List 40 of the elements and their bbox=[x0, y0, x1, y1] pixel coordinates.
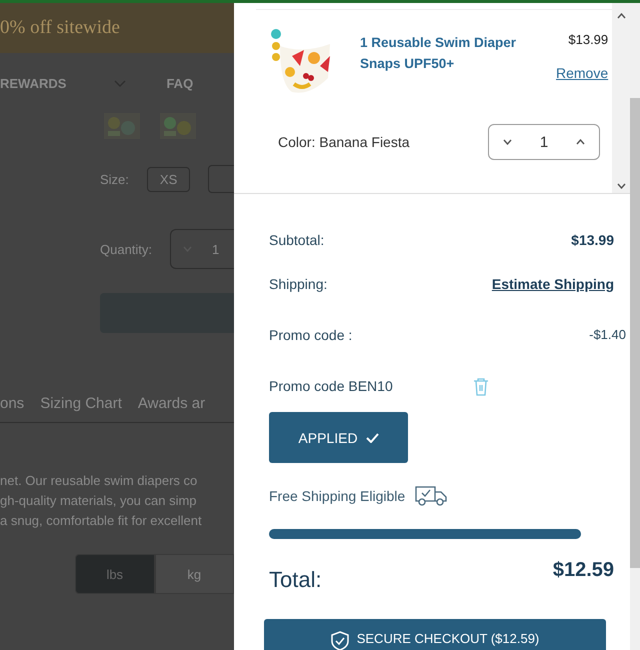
color-label: Color: Banana Fiesta bbox=[278, 134, 410, 150]
total-value: $12.59 bbox=[552, 559, 614, 582]
summary-label: Promo code : bbox=[269, 326, 352, 342]
product-tab[interactable]: Sizing Chart bbox=[40, 395, 122, 412]
increase-icon bbox=[576, 139, 586, 145]
summary-label: Shipping: bbox=[269, 276, 328, 292]
product-tab[interactable]: Awards ar bbox=[138, 395, 206, 412]
quantity-label: Quantity: bbox=[100, 242, 152, 256]
free-shipping-text: Free Shipping Eligible bbox=[269, 488, 406, 504]
shield-check-icon bbox=[330, 631, 349, 650]
description-line: net. Our reusable swim diapers co bbox=[0, 473, 198, 488]
summary-value: -$1.40 bbox=[589, 327, 626, 342]
truck-icon bbox=[415, 485, 448, 507]
promo-code-label: Promo code BEN10 bbox=[269, 378, 393, 394]
scroll-down-icon bbox=[616, 183, 626, 189]
description-line: gh-quality materials, you can simp bbox=[0, 493, 198, 508]
size-label: Size: bbox=[100, 172, 129, 186]
description-line: a snug, comfortable fit for excellent bbox=[0, 513, 203, 528]
decrease-icon bbox=[502, 139, 512, 145]
estimate-shipping-link[interactable]: Estimate Shipping bbox=[492, 276, 614, 292]
size-option[interactable]: XS bbox=[146, 166, 190, 192]
nav-link[interactable]: REWARDS bbox=[0, 76, 66, 90]
checkmark-icon bbox=[366, 432, 379, 442]
quantity-stepper[interactable]: 1 bbox=[488, 124, 600, 160]
nav-link[interactable]: FAQ bbox=[166, 76, 194, 90]
summary-value: $13.99 bbox=[571, 232, 614, 248]
total-label: Total: bbox=[269, 567, 322, 593]
item-price: $13.99 bbox=[568, 32, 608, 47]
secure-checkout-button[interactable]: SECURE CHECKOUT ($12.59) bbox=[264, 619, 606, 650]
product-title[interactable]: 1 Reusable Swim Diaper Snaps UPF50+ bbox=[360, 32, 532, 100]
add-to-cart-button[interactable] bbox=[100, 293, 234, 333]
trash-icon[interactable] bbox=[472, 376, 489, 396]
applied-button[interactable]: APPLIED bbox=[269, 412, 408, 463]
remove-link[interactable]: Remove bbox=[556, 65, 608, 81]
promo-banner-text: 0% off sitewide bbox=[0, 17, 120, 39]
product-tab[interactable]: ons bbox=[0, 395, 24, 412]
unit-toggle[interactable]: kg bbox=[154, 554, 234, 594]
scroll-up-icon bbox=[616, 13, 626, 19]
summary-label: Subtotal: bbox=[269, 232, 324, 248]
unit-toggle[interactable]: lbs bbox=[75, 554, 154, 594]
